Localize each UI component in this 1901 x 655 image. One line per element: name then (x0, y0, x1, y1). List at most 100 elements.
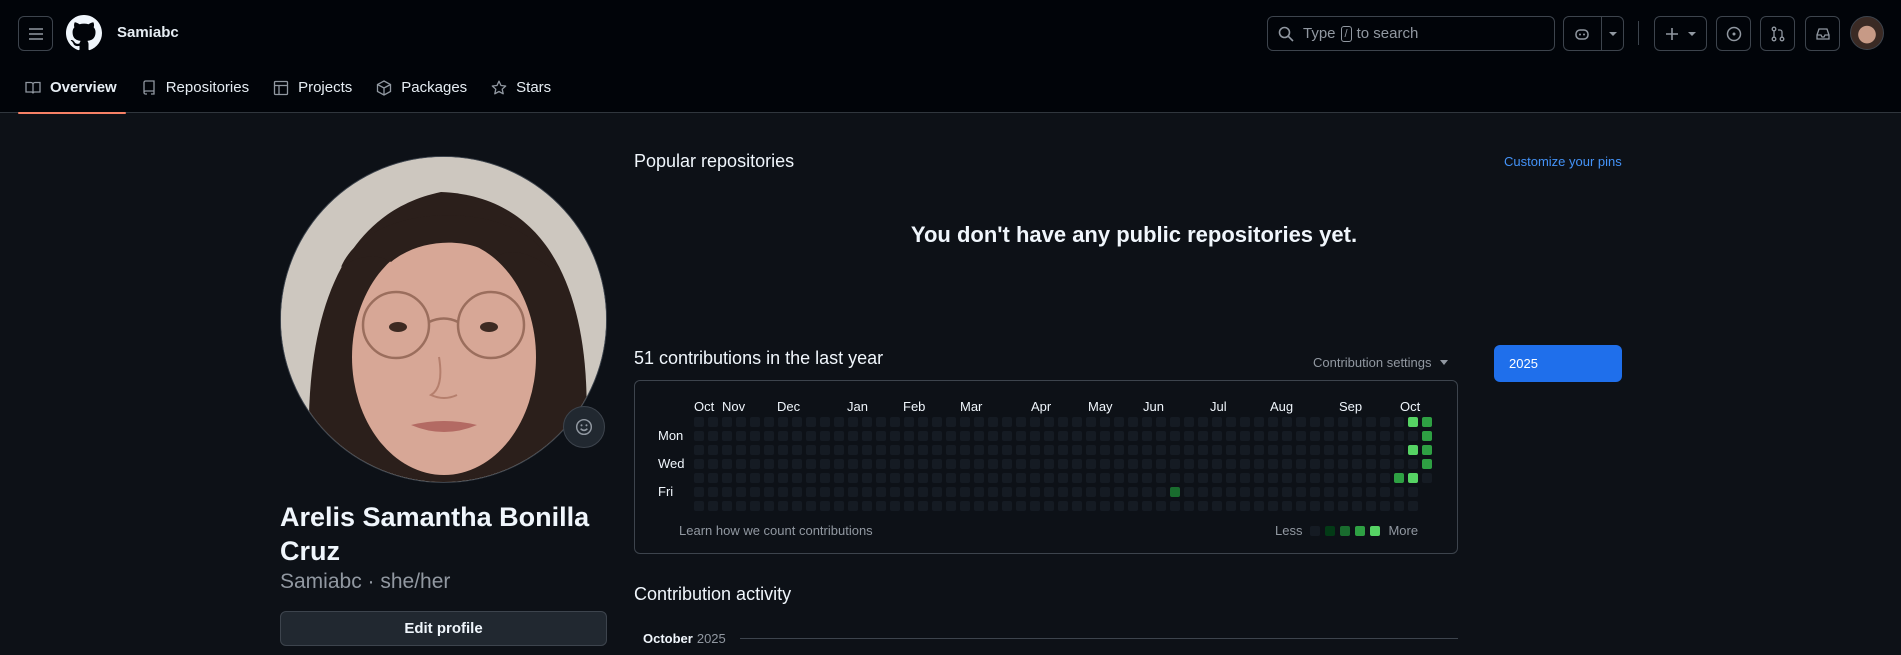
contribution-day[interactable] (1338, 417, 1348, 427)
contribution-day[interactable] (1352, 459, 1362, 469)
contribution-day[interactable] (1044, 487, 1054, 497)
contribution-day[interactable] (918, 445, 928, 455)
contribution-day[interactable] (1226, 417, 1236, 427)
contribution-day[interactable] (1394, 431, 1404, 441)
contribution-day[interactable] (862, 417, 872, 427)
contribution-day[interactable] (1338, 459, 1348, 469)
contribution-day[interactable] (792, 501, 802, 511)
contribution-day[interactable] (932, 417, 942, 427)
contribution-day[interactable] (1310, 487, 1320, 497)
contribution-day[interactable] (1114, 473, 1124, 483)
contribution-day[interactable] (1170, 459, 1180, 469)
contribution-day[interactable] (1156, 487, 1166, 497)
contribution-day[interactable] (1030, 487, 1040, 497)
contribution-day[interactable] (1142, 501, 1152, 511)
contribution-day[interactable] (1198, 487, 1208, 497)
contribution-day[interactable] (960, 431, 970, 441)
contribution-day[interactable] (1058, 487, 1068, 497)
contribution-day[interactable] (988, 459, 998, 469)
contribution-day[interactable] (1422, 445, 1432, 455)
contribution-day[interactable] (988, 487, 998, 497)
contribution-day[interactable] (820, 487, 830, 497)
contribution-day[interactable] (1240, 445, 1250, 455)
contribution-day[interactable] (890, 487, 900, 497)
contribution-day[interactable] (1254, 445, 1264, 455)
contribution-day[interactable] (834, 501, 844, 511)
contribution-day[interactable] (1366, 431, 1376, 441)
contribution-day[interactable] (1240, 459, 1250, 469)
contribution-day[interactable] (1128, 459, 1138, 469)
contribution-day[interactable] (1310, 431, 1320, 441)
contribution-day[interactable] (1016, 487, 1026, 497)
issues-button[interactable] (1716, 16, 1751, 51)
contribution-day[interactable] (1310, 473, 1320, 483)
contribution-day[interactable] (1324, 445, 1334, 455)
contribution-day[interactable] (1268, 431, 1278, 441)
contribution-day[interactable] (960, 417, 970, 427)
contribution-day[interactable] (834, 417, 844, 427)
contribution-day[interactable] (1282, 445, 1292, 455)
contribution-day[interactable] (1324, 487, 1334, 497)
contribution-day[interactable] (1380, 459, 1390, 469)
contribution-day[interactable] (1016, 431, 1026, 441)
contribution-day[interactable] (1380, 417, 1390, 427)
contribution-day[interactable] (1380, 445, 1390, 455)
contribution-day[interactable] (848, 487, 858, 497)
contribution-day[interactable] (848, 473, 858, 483)
contribution-day[interactable] (694, 459, 704, 469)
contribution-day[interactable] (946, 473, 956, 483)
contribution-day[interactable] (750, 445, 760, 455)
contribution-day[interactable] (1296, 417, 1306, 427)
contribution-day[interactable] (1016, 445, 1026, 455)
contribution-day[interactable] (1002, 473, 1012, 483)
contribution-day[interactable] (1380, 487, 1390, 497)
contribution-day[interactable] (708, 417, 718, 427)
year-2025-button[interactable]: 2025 (1494, 345, 1622, 382)
contribution-day[interactable] (1184, 445, 1194, 455)
contribution-day[interactable] (1044, 459, 1054, 469)
contribution-day[interactable] (1184, 417, 1194, 427)
contribution-day[interactable] (1058, 473, 1068, 483)
contribution-day[interactable] (1044, 501, 1054, 511)
contribution-day[interactable] (778, 445, 788, 455)
contribution-day[interactable] (834, 487, 844, 497)
contribution-day[interactable] (1142, 445, 1152, 455)
copilot-button[interactable] (1563, 16, 1624, 51)
contribution-day[interactable] (1030, 473, 1040, 483)
contribution-day[interactable] (1212, 473, 1222, 483)
contribution-day[interactable] (1086, 487, 1096, 497)
contribution-day[interactable] (1394, 417, 1404, 427)
contribution-day[interactable] (1338, 501, 1348, 511)
contribution-day[interactable] (904, 473, 914, 483)
header-username[interactable]: Samiabc (117, 24, 179, 41)
contribution-day[interactable] (1170, 487, 1180, 497)
contribution-day[interactable] (1240, 431, 1250, 441)
contribution-day[interactable] (708, 459, 718, 469)
contribution-day[interactable] (946, 501, 956, 511)
contribution-day[interactable] (1394, 487, 1404, 497)
contribution-day[interactable] (1100, 459, 1110, 469)
contribution-day[interactable] (1254, 431, 1264, 441)
contribution-day[interactable] (778, 417, 788, 427)
contribution-day[interactable] (1086, 417, 1096, 427)
contribution-day[interactable] (862, 473, 872, 483)
contribution-day[interactable] (1226, 473, 1236, 483)
contribution-day[interactable] (806, 501, 816, 511)
contribution-day[interactable] (1352, 431, 1362, 441)
contribution-day[interactable] (960, 445, 970, 455)
contribution-day[interactable] (1212, 417, 1222, 427)
contribution-day[interactable] (820, 431, 830, 441)
contribution-day[interactable] (848, 431, 858, 441)
contribution-day[interactable] (1044, 431, 1054, 441)
contribution-day[interactable] (764, 445, 774, 455)
contribution-day[interactable] (694, 501, 704, 511)
contribution-day[interactable] (1240, 501, 1250, 511)
contribution-day[interactable] (946, 459, 956, 469)
contribution-day[interactable] (1072, 487, 1082, 497)
contribution-day[interactable] (862, 487, 872, 497)
contribution-day[interactable] (1338, 473, 1348, 483)
contribution-day[interactable] (1282, 431, 1292, 441)
contribution-day[interactable] (1086, 459, 1096, 469)
contribution-day[interactable] (1016, 459, 1026, 469)
contribution-day[interactable] (708, 487, 718, 497)
